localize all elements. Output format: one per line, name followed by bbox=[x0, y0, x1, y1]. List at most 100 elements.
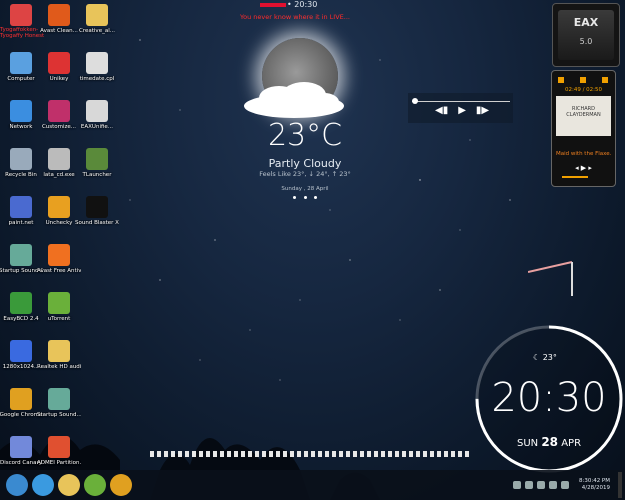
weather-date: Sunday , 28 April bbox=[281, 186, 329, 192]
weather-feels-like: Feels Like 23°, ↓ 24°, ↑ 23° bbox=[259, 170, 351, 178]
big-clock-widget[interactable]: ☾ 23° 20:30 SUN 28 APR bbox=[473, 323, 625, 475]
desktop-icon-label: uTorrent bbox=[47, 316, 71, 322]
partition-icon bbox=[48, 436, 70, 458]
desktop-icon[interactable]: Startup Sound Cha... bbox=[0, 244, 43, 275]
desktop-icon-label: timedate.cpl bbox=[79, 76, 115, 82]
desktop-icon-label: Realtek HD audio MO... bbox=[37, 364, 81, 370]
tray-network-icon[interactable] bbox=[536, 481, 545, 489]
music-list-icon[interactable] bbox=[580, 77, 586, 83]
unikey-icon bbox=[48, 52, 70, 74]
desktop-icon[interactable] bbox=[2, 4, 40, 28]
avast-cleanup-icon bbox=[48, 4, 70, 26]
tray-discord-icon[interactable] bbox=[512, 481, 521, 489]
eax-widget[interactable]: EAX 5.0 bbox=[552, 3, 620, 67]
cloud-icon bbox=[244, 82, 344, 118]
easybcd-icon bbox=[10, 292, 32, 314]
desktop-icon[interactable]: Startup Sound... bbox=[37, 388, 81, 419]
desktop-icon[interactable]: Recycle Bin bbox=[2, 148, 40, 179]
music-settings-icon[interactable] bbox=[602, 77, 608, 83]
utorrent-icon[interactable] bbox=[84, 474, 106, 496]
desktop-icon[interactable]: EasyBCD 2.4 bbox=[2, 292, 40, 323]
taskbar-clock[interactable]: 8:30:42 PM 4/28/2019 bbox=[579, 478, 610, 492]
eax-version: 5.0 bbox=[579, 37, 593, 46]
tray-flag-icon[interactable] bbox=[560, 481, 569, 489]
clock-day: SUN bbox=[516, 438, 539, 449]
desktop-icon[interactable]: EAXUnifie... bbox=[78, 100, 116, 131]
desktop-icon[interactable]: lata_cd.exe bbox=[40, 148, 78, 179]
internet-explorer-icon[interactable] bbox=[32, 474, 54, 496]
desktop-icon-grid: Avast Clean... Creative_al... Computer Unik… bbox=[0, 0, 120, 470]
top-message: You never know where it in LIVE... bbox=[240, 13, 350, 21]
folder-icon bbox=[86, 4, 108, 26]
desktop-icon[interactable]: Sound Blaster X-... bbox=[75, 196, 119, 227]
weather-widget[interactable]: 23°C Partly Cloudy Feels Like 23°, ↓ 24°… bbox=[235, 28, 375, 208]
desktop-icon[interactable]: ADMEI Partition... bbox=[37, 436, 81, 467]
utorrent-icon bbox=[48, 292, 70, 314]
previous-icon[interactable]: ◀▮ bbox=[435, 106, 448, 116]
desktop-icon[interactable]: TLauncher bbox=[78, 148, 116, 179]
dock-dashes bbox=[150, 451, 470, 457]
start-icon[interactable] bbox=[6, 474, 28, 496]
desktop-icon-label: Sound Blaster X-... bbox=[75, 220, 119, 226]
weather-condition: Partly Cloudy bbox=[268, 157, 342, 170]
sound-blaster-icon bbox=[86, 196, 108, 218]
next-icon[interactable]: ▮▶ bbox=[476, 106, 489, 116]
desktop-icon[interactable]: Unikey bbox=[40, 52, 78, 83]
desktop-icon-label: Startup Sound... bbox=[37, 412, 81, 418]
play-icon[interactable]: ▶ bbox=[458, 106, 466, 116]
desktop-icon[interactable]: Computer bbox=[2, 52, 40, 83]
unchecky-icon bbox=[48, 196, 70, 218]
clock-date: SUN 28 APR bbox=[473, 435, 625, 449]
desktop-icon[interactable]: Creative_al... bbox=[78, 4, 116, 35]
chrome-icon bbox=[10, 388, 32, 410]
top-clock-time: 20:30 bbox=[294, 0, 318, 9]
page-dots[interactable] bbox=[293, 196, 317, 199]
file-icon bbox=[86, 52, 108, 74]
file-explorer-icon[interactable] bbox=[58, 474, 80, 496]
player-controls: ◀▮ ▶ ▮▶ bbox=[435, 106, 489, 116]
desktop-icon-label: EAXUnifie... bbox=[80, 124, 114, 130]
desktop-icon[interactable]: Network bbox=[2, 100, 40, 131]
music-volume-bar[interactable] bbox=[562, 176, 588, 178]
desktop-icon[interactable]: Customize... bbox=[40, 100, 78, 131]
show-desktop-button[interactable] bbox=[618, 472, 622, 498]
clock-weather: ☾ 23° bbox=[533, 353, 557, 362]
eax-logo: EAX 5.0 bbox=[558, 10, 614, 60]
desktop-icon[interactable]: Avast Free Antivirus bbox=[37, 244, 81, 275]
seek-bar[interactable] bbox=[412, 101, 510, 102]
weather-temperature: 23°C bbox=[267, 118, 343, 153]
tlauncher-icon bbox=[86, 148, 108, 170]
music-menu-icon[interactable] bbox=[558, 77, 564, 83]
desktop-icon[interactable]: Realtek HD audio MO... bbox=[37, 340, 81, 371]
desktop-icon[interactable]: Discord Canary bbox=[0, 436, 42, 467]
discord-icon bbox=[10, 436, 32, 458]
clock-weather-temp: 23° bbox=[542, 353, 557, 362]
desktop-icon-label: Avast Free Antivirus bbox=[37, 268, 81, 274]
chrome-icon[interactable] bbox=[110, 474, 132, 496]
seek-knob[interactable] bbox=[411, 98, 418, 104]
avast-icon bbox=[48, 244, 70, 266]
mini-graph bbox=[528, 261, 573, 296]
tray-app-icon[interactable] bbox=[524, 481, 533, 489]
desktop-icon[interactable]: Unchecky bbox=[40, 196, 78, 227]
top-clock: • 20:30 bbox=[287, 0, 318, 9]
paint-net-icon bbox=[10, 196, 32, 218]
desktop-icon[interactable]: Avast Clean... bbox=[40, 4, 78, 35]
music-toolbar bbox=[556, 75, 611, 87]
startup-sound-icon bbox=[48, 388, 70, 410]
desktop-icon[interactable]: paint.net bbox=[2, 196, 40, 227]
desktop-icon[interactable]: timedate.cpl bbox=[78, 52, 116, 83]
desktop-icon[interactable]: Google Chrome bbox=[0, 388, 42, 419]
taskbar-time: 8:30:42 PM bbox=[578, 478, 610, 484]
startup-sound-icon bbox=[10, 244, 32, 266]
music-time: 02:49 / 02:50 bbox=[564, 87, 603, 93]
music-controls[interactable]: ◂ ▶ ▸ bbox=[556, 164, 611, 172]
network-icon bbox=[10, 100, 32, 122]
exe-icon bbox=[48, 148, 70, 170]
tray-volume-icon[interactable] bbox=[548, 481, 557, 489]
desktop-icon[interactable]: uTorrent bbox=[40, 292, 78, 323]
music-widget[interactable]: 02:49 / 02:50 RICHARD CLAYDERMAN Maid wi… bbox=[551, 70, 616, 187]
desktop-icon-label: Creative_al... bbox=[79, 28, 115, 34]
desktop-icon[interactable]: 1280x1024... bbox=[2, 340, 40, 371]
media-player-widget[interactable]: ◀▮ ▶ ▮▶ bbox=[408, 93, 513, 123]
